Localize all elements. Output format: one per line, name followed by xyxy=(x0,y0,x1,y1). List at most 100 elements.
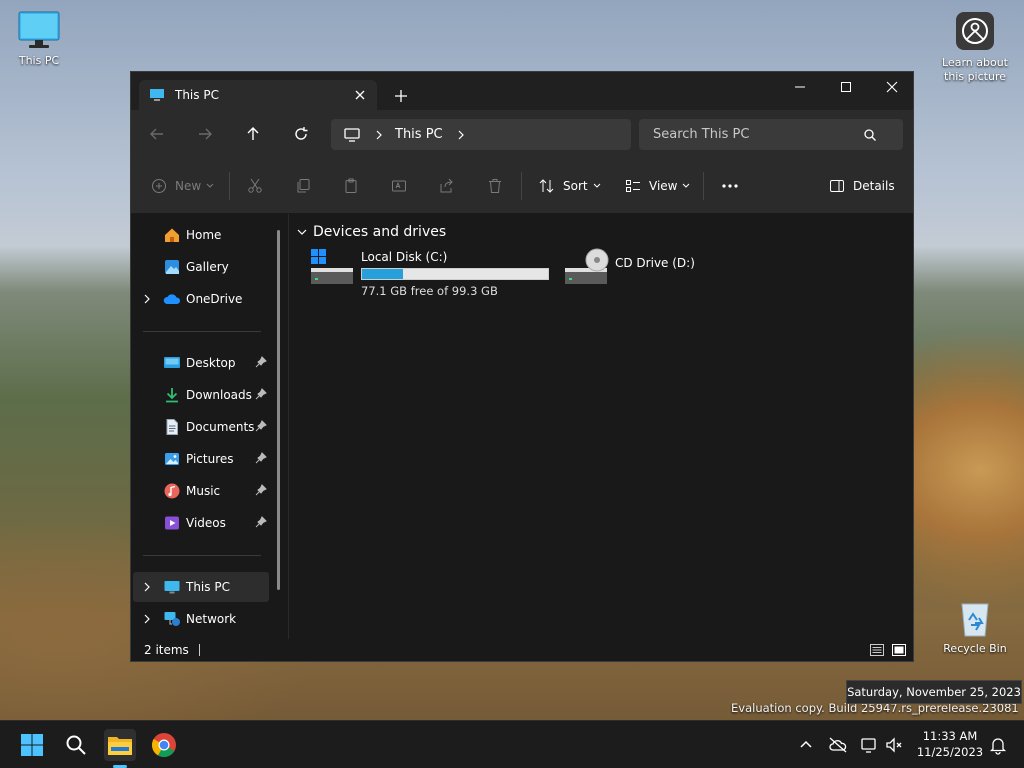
video-icon xyxy=(165,516,179,530)
command-bar: New Sort View Details xyxy=(131,158,913,214)
drive-c-usage-fill xyxy=(362,269,403,279)
pin-icon[interactable] xyxy=(255,356,267,368)
chevron-right-icon[interactable] xyxy=(143,614,151,624)
pin-icon[interactable] xyxy=(255,484,267,496)
drive-cd-d[interactable]: CD Drive (D:) xyxy=(563,248,713,298)
desktop-this-pc-icon[interactable]: This PC xyxy=(4,10,74,68)
file-explorer-taskbar-button[interactable] xyxy=(104,729,136,761)
desktop-recycle-label: Recycle Bin xyxy=(943,642,1007,655)
back-button[interactable] xyxy=(143,122,171,146)
copy-button[interactable] xyxy=(295,172,311,200)
sidebar-item-label: Network xyxy=(186,612,237,626)
paste-button[interactable] xyxy=(343,172,359,200)
sidebar-divider xyxy=(143,331,261,332)
chrome-taskbar-button[interactable] xyxy=(148,729,180,761)
chevron-right-icon[interactable] xyxy=(143,582,151,592)
breadcrumb-this-pc[interactable]: This PC xyxy=(395,127,443,142)
pin-icon[interactable] xyxy=(255,516,267,528)
clock[interactable]: 11:33 AM 11/25/2023 xyxy=(912,728,988,760)
sidebar-item-label: Pictures xyxy=(186,452,234,466)
maximize-button[interactable] xyxy=(823,72,869,102)
search-input[interactable] xyxy=(653,127,863,142)
forward-button[interactable] xyxy=(191,122,219,146)
taskbar: 11:33 AM 11/25/2023 xyxy=(0,720,1024,768)
start-button[interactable] xyxy=(16,729,48,761)
refresh-button[interactable] xyxy=(287,122,315,146)
chevron-right-icon[interactable] xyxy=(457,130,465,140)
search-box[interactable] xyxy=(639,119,903,150)
chevron-right-icon[interactable] xyxy=(143,294,151,304)
navigation-pane: Home Gallery OneDrive Desktop Downloads … xyxy=(131,214,279,639)
tiles-view-icon[interactable] xyxy=(891,643,907,657)
sidebar-item-gallery[interactable]: Gallery xyxy=(133,252,269,282)
sidebar-item-pictures[interactable]: Pictures xyxy=(133,444,269,474)
close-tab-icon[interactable] xyxy=(351,86,369,104)
close-icon xyxy=(886,81,898,93)
sidebar-item-label: Downloads xyxy=(186,388,252,402)
close-window-button[interactable] xyxy=(869,72,915,102)
sort-button[interactable]: Sort xyxy=(539,172,601,200)
sidebar-scrollbar[interactable] xyxy=(277,230,280,590)
search-taskbar-button[interactable] xyxy=(60,729,92,761)
drive-local-disk-c[interactable]: Local Disk (C:) 77.1 GB free of 99.3 GB xyxy=(309,248,553,298)
breadcrumb[interactable]: This PC xyxy=(331,119,631,150)
chevron-right-icon xyxy=(376,130,382,139)
pin-icon[interactable] xyxy=(255,452,267,464)
desktop-recycle-bin[interactable]: Recycle Bin xyxy=(940,598,1010,656)
rename-button[interactable] xyxy=(391,172,407,200)
monitor-icon xyxy=(150,89,164,101)
new-tab-icon[interactable] xyxy=(389,84,413,108)
details-button[interactable]: Details xyxy=(829,172,895,200)
share-button[interactable] xyxy=(439,172,455,200)
plus-circle-icon xyxy=(152,179,166,193)
sidebar-item-documents[interactable]: Documents xyxy=(133,412,269,442)
view-list-icon xyxy=(626,180,640,192)
download-icon xyxy=(166,388,178,403)
cloud-offline-icon[interactable] xyxy=(828,735,848,755)
view-button[interactable]: View xyxy=(625,172,690,200)
delete-button[interactable] xyxy=(487,172,503,200)
details-view-icon[interactable] xyxy=(869,643,885,657)
home-icon xyxy=(165,228,179,242)
new-button[interactable]: New xyxy=(151,172,214,200)
sidebar-item-music[interactable]: Music xyxy=(133,476,269,506)
volume-muted-icon[interactable] xyxy=(884,735,904,755)
drive-c-name: Local Disk (C:) xyxy=(361,250,448,264)
chevron-down-icon xyxy=(297,229,307,235)
chevron-up-icon[interactable] xyxy=(796,735,816,755)
network-status-icon[interactable] xyxy=(860,735,880,755)
desktop-learn-about-picture[interactable]: Learn about this picture xyxy=(940,10,1010,84)
chevron-down-icon xyxy=(593,183,600,188)
share-icon xyxy=(440,178,453,193)
pin-icon[interactable] xyxy=(255,388,267,400)
up-button[interactable] xyxy=(239,122,267,146)
new-label: New xyxy=(175,179,202,193)
toolbar-divider xyxy=(703,172,704,200)
pin-icon[interactable] xyxy=(255,420,267,432)
sidebar-item-this-pc[interactable]: This PC xyxy=(133,572,269,602)
desktop-this-pc-label: This PC xyxy=(18,54,60,67)
sidebar-item-network[interactable]: Network xyxy=(133,604,269,634)
minimize-button[interactable] xyxy=(777,72,823,102)
more-options-button[interactable] xyxy=(721,172,739,200)
spotlight-info-icon xyxy=(956,12,994,50)
recycle-bin-icon xyxy=(961,603,989,637)
more-icon xyxy=(722,184,738,188)
group-header-devices[interactable]: Devices and drives xyxy=(297,224,446,240)
sidebar-item-onedrive[interactable]: OneDrive xyxy=(133,284,269,314)
tab-this-pc[interactable]: This PC xyxy=(139,80,377,110)
rename-icon xyxy=(392,180,406,192)
cut-button[interactable] xyxy=(247,172,263,200)
notification-bell-icon[interactable] xyxy=(988,735,1008,755)
sidebar-item-videos[interactable]: Videos xyxy=(133,508,269,538)
cd-drive-icon xyxy=(565,248,609,284)
desktop-icon xyxy=(164,357,180,368)
sidebar-item-desktop[interactable]: Desktop xyxy=(133,348,269,378)
view-label: View xyxy=(649,179,678,193)
address-bar: This PC xyxy=(131,110,913,158)
refresh-icon xyxy=(295,127,308,140)
file-explorer-window: This PC This PC Search This PC New Sort … xyxy=(130,71,914,662)
sidebar-item-downloads[interactable]: Downloads xyxy=(133,380,269,410)
sidebar-item-home[interactable]: Home xyxy=(133,220,269,250)
drive-d-name: CD Drive (D:) xyxy=(615,256,695,270)
